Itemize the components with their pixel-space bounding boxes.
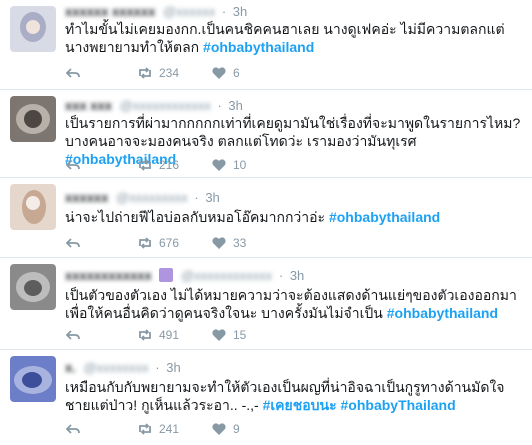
reply-button[interactable]: [65, 64, 81, 82]
reply-button[interactable]: [65, 156, 81, 174]
tweet-item[interactable]: xxxxxx xxxxxx @xxxxxx · 3h ทำไมขั้นไม่เค…: [0, 0, 532, 90]
reply-icon: [65, 424, 80, 434]
like-button[interactable]: 9: [211, 420, 240, 438]
avatar[interactable]: [10, 6, 56, 52]
emoji-badge-icon: [159, 268, 174, 282]
reply-icon: [65, 330, 80, 340]
tweet-time[interactable]: 3h: [290, 268, 304, 283]
like-button[interactable]: 15: [211, 326, 246, 344]
tweet-header: xxx xxx @xxxxxxxxxxxx · 3h: [65, 98, 243, 114]
author-name[interactable]: xxxxxxxxxxxx: [65, 268, 152, 283]
separator-dot: ·: [221, 4, 227, 19]
tweet-item[interactable]: xxxxxxxxxxxx @xxxxxxxxxxxx · 3h เป็นตัวข…: [0, 258, 532, 350]
author-handle[interactable]: @xxxxxxxx: [83, 360, 148, 375]
author-name[interactable]: xxxxxx: [65, 190, 108, 205]
tweet-header: xxxxxx @xxxxxxxxx · 3h: [65, 190, 220, 206]
retweet-icon: [139, 67, 151, 79]
like-button[interactable]: 6: [211, 64, 240, 82]
tweet-time[interactable]: 3h: [228, 98, 242, 113]
heart-icon: [212, 237, 226, 249]
tweet-text: เป็นตัวของตัวเอง ไม่ได้หมายความว่าจะต้อง…: [65, 287, 517, 321]
avatar[interactable]: [10, 184, 56, 230]
retweet-icon: [139, 159, 151, 171]
retweet-count: 234: [159, 66, 180, 80]
tweet-text: น่าจะไปถ่ายฟีไอบ่อลกับหมอโอ๊คมากกว่าอ่ะ …: [65, 209, 441, 225]
retweet-count: 241: [159, 422, 180, 436]
hashtag-link[interactable]: #ohbabythailand: [203, 39, 314, 55]
tweet-text: เป็นรายการที่ผ่ามากกกกกเท่าที่เคยดูมามัน…: [65, 115, 521, 167]
author-handle[interactable]: @xxxxxx: [163, 4, 215, 19]
retweet-button[interactable]: 234: [137, 64, 179, 82]
heart-icon: [212, 159, 226, 171]
tweet-item[interactable]: x. @xxxxxxxx · 3h เหมือนกับกับพยายามจะทำ…: [0, 350, 532, 445]
reply-icon: [65, 238, 80, 248]
tweet-time[interactable]: 3h: [166, 360, 180, 375]
retweet-icon: [139, 423, 151, 435]
separator-dot: ·: [278, 268, 284, 283]
reply-button[interactable]: [65, 420, 81, 438]
author-handle[interactable]: @xxxxxxxxxxxx: [181, 268, 272, 283]
hashtag-link[interactable]: #เคยชอบนะ: [263, 397, 337, 413]
separator-dot: ·: [194, 190, 199, 205]
reply-icon: [65, 160, 80, 170]
retweet-count: 216: [159, 158, 180, 172]
avatar[interactable]: [10, 356, 56, 402]
hashtag-link[interactable]: #ohbabythailand: [329, 209, 440, 225]
author-handle[interactable]: @xxxxxxxxxxxx: [120, 98, 211, 113]
tweet-time[interactable]: 3h: [205, 190, 219, 205]
heart-icon: [212, 329, 226, 341]
tweet-item[interactable]: xxxxxx @xxxxxxxxx · 3h น่าจะไปถ่ายฟีไอบ่…: [0, 178, 532, 258]
retweet-button[interactable]: 241: [137, 420, 179, 438]
hashtag-link[interactable]: #ohbabythailand: [387, 305, 498, 321]
reply-button[interactable]: [65, 234, 81, 252]
retweet-icon: [139, 329, 151, 341]
retweet-count: 676: [159, 236, 180, 250]
tweet-header: x. @xxxxxxxx · 3h: [65, 360, 181, 376]
like-count: 33: [233, 236, 247, 250]
like-count: 6: [233, 66, 240, 80]
tweet-item[interactable]: xxx xxx @xxxxxxxxxxxx · 3h เป็นรายการที่…: [0, 90, 532, 178]
tweet-text: เหมือนกับกับพยายามจะทำให้ตัวเองเป็นผญที่…: [65, 379, 505, 413]
reply-button[interactable]: [65, 326, 81, 344]
tweet-time[interactable]: 3h: [233, 4, 247, 19]
retweet-count: 491: [159, 328, 180, 342]
like-count: 15: [233, 328, 247, 342]
avatar[interactable]: [10, 264, 56, 310]
tweet-header: xxxxxx xxxxxx @xxxxxx · 3h: [65, 4, 247, 20]
like-count: 10: [233, 158, 247, 172]
author-name[interactable]: xxxxxx xxxxxx: [65, 4, 155, 19]
tweet-feed: xxxxxx xxxxxx @xxxxxx · 3h ทำไมขั้นไม่เค…: [0, 0, 532, 445]
retweet-button[interactable]: 676: [137, 234, 179, 252]
tweet-header: xxxxxxxxxxxx @xxxxxxxxxxxx · 3h: [65, 268, 304, 284]
like-button[interactable]: 10: [211, 156, 246, 174]
retweet-button[interactable]: 491: [137, 326, 179, 344]
like-button[interactable]: 33: [211, 234, 246, 252]
avatar[interactable]: [10, 96, 56, 142]
author-name[interactable]: xxx xxx: [65, 98, 112, 113]
reply-icon: [65, 68, 80, 78]
tweet-text: ทำไมขั้นไม่เคยมองกก.เป็นคนชิคคนฮาเลย นาง…: [65, 21, 505, 55]
retweet-button[interactable]: 216: [137, 156, 179, 174]
heart-icon: [212, 67, 226, 79]
author-handle[interactable]: @xxxxxxxxx: [116, 190, 188, 205]
separator-dot: ·: [155, 360, 160, 375]
author-name[interactable]: x.: [65, 360, 76, 375]
like-count: 9: [233, 422, 240, 436]
hashtag-link[interactable]: #ohbabyThailand: [341, 397, 456, 413]
separator-dot: ·: [217, 98, 222, 113]
retweet-icon: [139, 237, 151, 249]
heart-icon: [212, 423, 226, 435]
